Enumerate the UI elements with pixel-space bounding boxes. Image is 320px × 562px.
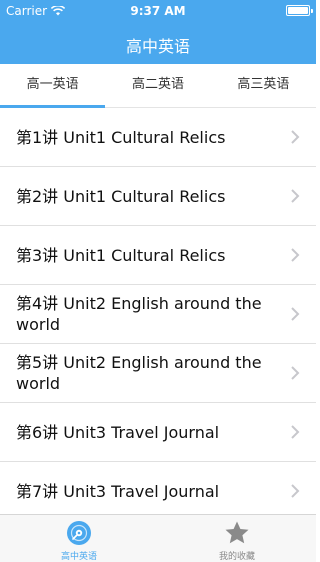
- tabbar-item-favorites[interactable]: 我的收藏: [158, 515, 316, 562]
- page-title: 高中英语: [125, 37, 190, 56]
- chevron-right-icon: [291, 484, 300, 498]
- chevron-right-icon: [291, 189, 300, 203]
- tab-grade-3[interactable]: 高三英语: [211, 64, 316, 107]
- list-item[interactable]: 第5讲 Unit2 English around the world: [0, 344, 316, 403]
- chevron-right-icon: [291, 366, 300, 380]
- battery-icon: [286, 5, 313, 16]
- tabbar-label: 高中英语: [60, 552, 97, 562]
- list-item[interactable]: 第1讲 Unit1 Cultural Relics: [0, 108, 316, 167]
- status-time: 9:37 AM: [130, 4, 186, 18]
- list-item[interactable]: 第7讲 Unit3 Travel Journal: [0, 462, 316, 514]
- star-icon: [225, 521, 249, 544]
- lesson-title: 第7讲 Unit3 Travel Journal: [16, 481, 220, 501]
- disc-icon: [67, 521, 91, 545]
- tab-label: 高三英语: [237, 77, 290, 92]
- chevron-right-icon: [291, 130, 300, 144]
- list-item[interactable]: 第6讲 Unit3 Travel Journal: [0, 403, 316, 462]
- tab-label: 高二英语: [131, 77, 184, 92]
- lesson-title: 第4讲 Unit2 English around the world: [16, 294, 262, 334]
- lesson-title: 第3讲 Unit1 Cultural Relics: [16, 245, 226, 265]
- chevron-right-icon: [291, 248, 300, 262]
- lesson-title: 第2讲 Unit1 Cultural Relics: [16, 186, 226, 206]
- chevron-right-icon: [291, 425, 300, 439]
- chevron-right-icon: [291, 307, 300, 321]
- tab-grade-1[interactable]: 高一英语: [0, 64, 106, 108]
- tab-label: 高一英语: [26, 77, 79, 92]
- nav-header: Carrier 9:37 AM 高中英语: [0, 0, 316, 64]
- list-item[interactable]: 第4讲 Unit2 English around the world: [0, 285, 316, 344]
- bottom-tab-bar: 高中英语 我的收藏: [0, 514, 316, 562]
- tabbar-item-english[interactable]: 高中英语: [0, 515, 158, 562]
- list-item[interactable]: 第2讲 Unit1 Cultural Relics: [0, 167, 316, 226]
- tabbar-label: 我的收藏: [218, 552, 255, 562]
- lesson-list: 第1讲 Unit1 Cultural Relics 第2讲 Unit1 Cult…: [0, 108, 316, 514]
- lesson-title: 第6讲 Unit3 Travel Journal: [16, 422, 220, 442]
- lesson-title: 第5讲 Unit2 English around the world: [16, 353, 262, 393]
- lesson-title: 第1讲 Unit1 Cultural Relics: [16, 127, 226, 147]
- grade-tabs: 高一英语 高二英语 高三英语: [0, 64, 316, 108]
- status-bar: Carrier 9:37 AM: [0, 0, 316, 22]
- tab-grade-2[interactable]: 高二英语: [105, 64, 210, 107]
- list-item[interactable]: 第3讲 Unit1 Cultural Relics: [0, 226, 316, 285]
